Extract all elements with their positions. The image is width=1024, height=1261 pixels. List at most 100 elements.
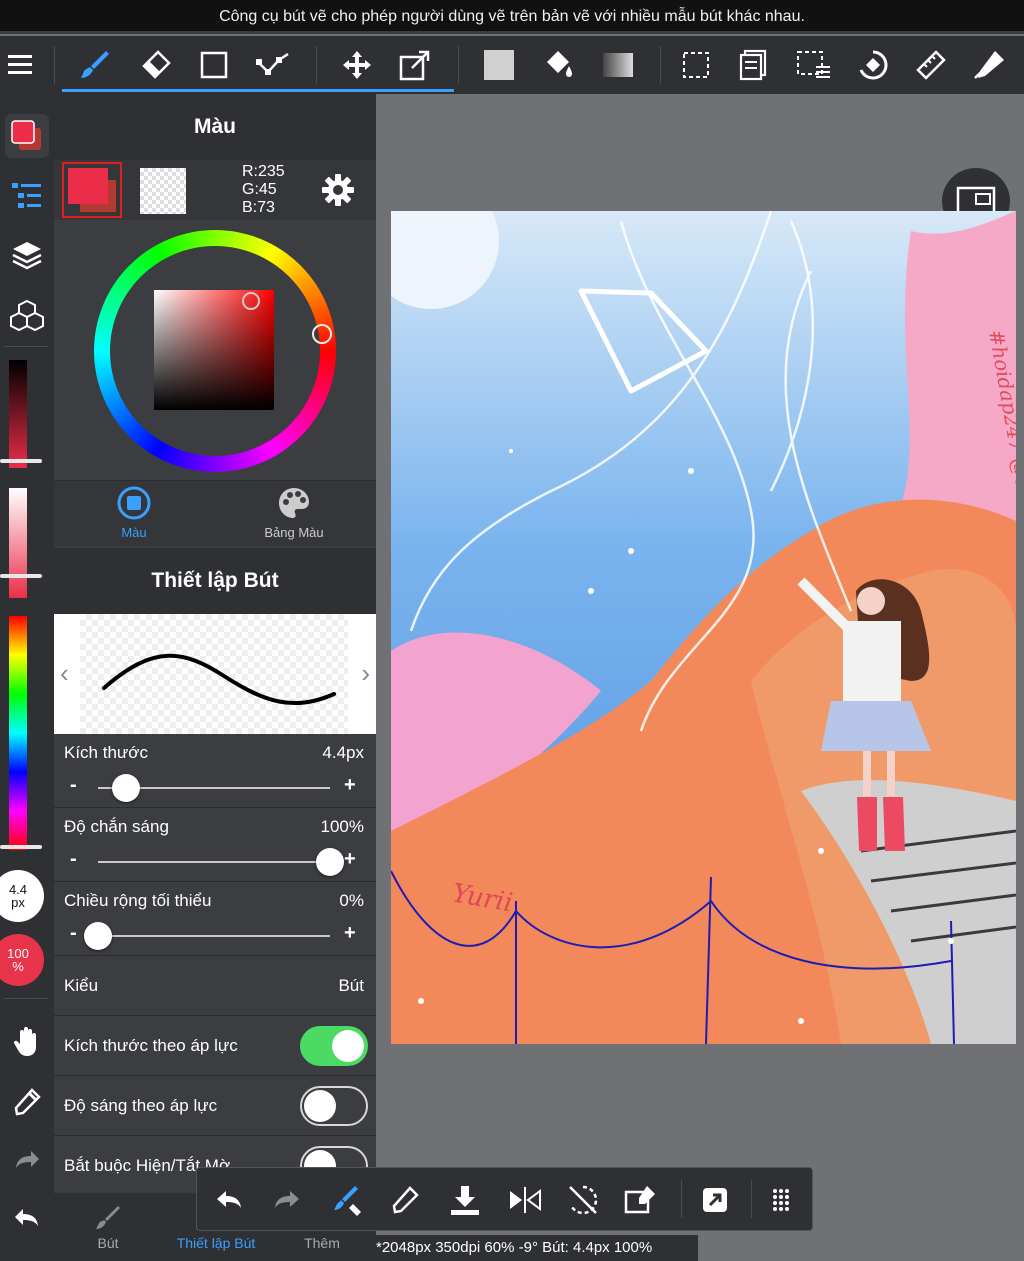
redo-icon[interactable] <box>265 1178 309 1222</box>
tab-more-label: Thêm <box>304 1235 340 1251</box>
size-label: Kích thước <box>64 743 148 762</box>
brush-size-badge[interactable]: 4.4 px <box>0 870 44 922</box>
quick-eyedropper-icon[interactable] <box>383 1178 427 1222</box>
preview-next-icon[interactable]: › <box>361 658 370 689</box>
vector-pen-tool-icon[interactable] <box>252 44 294 86</box>
tab-brush[interactable]: Bút <box>54 1193 162 1257</box>
brush-opacity-badge[interactable]: 100 % <box>0 934 44 986</box>
rotate-reset-icon[interactable] <box>561 1178 605 1222</box>
gradient-tool-icon[interactable] <box>597 44 639 86</box>
transform-tool-icon[interactable] <box>394 44 436 86</box>
style-row[interactable]: Kiểu Bút <box>54 956 376 1016</box>
opacity-row: Độ chắn sáng 100% - + <box>54 808 376 882</box>
status-bar: *2048px 350dpi 60% -9° Bút: 4.4px 100% <box>376 1235 698 1261</box>
hue-slider[interactable] <box>9 616 27 850</box>
save-download-icon[interactable] <box>443 1178 487 1222</box>
opacity-slider-track[interactable] <box>98 861 330 863</box>
opacity-plus-button[interactable]: + <box>344 848 356 871</box>
layers-icon[interactable] <box>5 234 49 278</box>
opacity-slider-knob[interactable] <box>316 848 344 876</box>
copy-layer-icon[interactable] <box>733 44 775 86</box>
select-menu-icon[interactable] <box>793 44 835 86</box>
eraser-tool-icon[interactable] <box>134 44 176 86</box>
bucket-tool-icon[interactable] <box>537 44 579 86</box>
main-toolbar <box>0 36 1024 94</box>
active-tool-indicator <box>62 89 454 92</box>
brightness-slider-handle[interactable] <box>0 459 42 463</box>
opacity-minus-button[interactable]: - <box>70 848 77 871</box>
tab-color[interactable]: Màu <box>74 485 194 545</box>
hue-ring-handle[interactable] <box>312 324 332 344</box>
eyedropper-snap-icon[interactable] <box>968 44 1010 86</box>
menu-icon[interactable] <box>0 44 42 86</box>
brush-list-icon[interactable] <box>5 174 49 218</box>
size-row: Kích thước 4.4px - + <box>54 734 376 808</box>
opacity-value: 100% <box>320 817 364 836</box>
brush-tab-icon <box>96 1206 120 1229</box>
sub-color-swatch[interactable] <box>140 168 186 214</box>
rgb-b: B:73 <box>242 199 275 216</box>
min-width-value: 0% <box>339 891 364 910</box>
pressure-opacity-label: Độ sáng theo áp lực <box>64 1096 218 1115</box>
min-width-row: Chiều rộng tối thiểu 0% - + <box>54 882 376 956</box>
redo-rail-icon[interactable] <box>5 1138 49 1182</box>
transform-edit-icon[interactable] <box>619 1178 663 1222</box>
hue-slider-handle[interactable] <box>0 845 42 849</box>
color-tabs: Màu Bảng Màu <box>54 480 376 546</box>
min-width-slider-knob[interactable] <box>84 922 112 950</box>
brush-preview: ‹ › <box>54 614 376 734</box>
palette-icon <box>279 488 309 518</box>
eyedropper-rail-icon[interactable] <box>5 1080 49 1124</box>
saturation-slider[interactable] <box>9 488 27 598</box>
artwork: Yurii #hoidap247 @thanhnance <3 <box>391 211 1016 1044</box>
rectangle-tool-icon[interactable] <box>193 44 235 86</box>
size-slider-knob[interactable] <box>111 774 140 802</box>
fill-color-icon[interactable] <box>478 44 520 86</box>
saturation-slider-handle[interactable] <box>0 574 42 578</box>
size-plus-button[interactable]: + <box>344 774 356 797</box>
undo-icon[interactable] <box>207 1178 251 1222</box>
brightness-slider[interactable] <box>9 360 27 468</box>
preview-prev-icon[interactable]: ‹ <box>60 658 69 689</box>
min-width-plus-button[interactable]: + <box>344 922 356 945</box>
sv-picker-handle[interactable] <box>242 292 260 310</box>
select-tool-icon[interactable] <box>675 44 717 86</box>
brush-tool-icon[interactable] <box>74 44 116 86</box>
opacity-label: Độ chắn sáng <box>64 817 169 836</box>
quick-brush-icon[interactable] <box>325 1178 369 1222</box>
flip-horizontal-icon[interactable] <box>503 1178 547 1222</box>
app-window: { "caption": "Công cụ bút vẽ cho phép ng… <box>0 0 1024 1261</box>
color-info-row: R:235 G:45 B:73 <box>54 160 376 220</box>
tab-color-label: Màu <box>121 525 147 540</box>
brush-size-badge-unit: px <box>11 895 25 910</box>
left-rail: 4.4 px 100 % <box>0 94 54 1261</box>
min-width-minus-button[interactable]: - <box>70 922 77 945</box>
canvas-area[interactable]: Yurii #hoidap247 @thanhnance <3 <box>376 94 1024 1261</box>
size-minus-button[interactable]: - <box>70 774 77 797</box>
hand-tool-icon[interactable] <box>5 1020 49 1064</box>
size-value: 4.4px <box>322 743 364 762</box>
brush-settings-title: Thiết lập Bút <box>54 548 376 614</box>
share-icon[interactable] <box>693 1178 737 1222</box>
move-tool-icon[interactable] <box>336 44 378 86</box>
style-value: Bút <box>338 976 364 995</box>
quick-access-toolbar <box>196 1167 813 1231</box>
pressure-opacity-toggle[interactable] <box>300 1086 368 1126</box>
undo-rail-icon[interactable] <box>5 1196 49 1240</box>
rgb-readout: R:235 G:45 B:73 <box>242 163 285 217</box>
min-width-slider-track[interactable] <box>98 935 330 937</box>
pressure-opacity-row: Độ sáng theo áp lực <box>54 1076 376 1136</box>
ruler-icon[interactable] <box>910 44 952 86</box>
more-grid-icon[interactable] <box>759 1178 803 1222</box>
color-wheel[interactable] <box>94 230 336 472</box>
materials-icon[interactable] <box>5 294 49 338</box>
min-width-label: Chiều rộng tối thiểu <box>64 891 212 910</box>
pressure-size-toggle[interactable] <box>300 1026 368 1066</box>
main-color-swatch[interactable] <box>62 162 122 218</box>
gear-icon[interactable] <box>320 172 356 208</box>
color-swatch-button[interactable] <box>5 114 49 158</box>
tab-palette-label: Bảng Màu <box>264 525 324 540</box>
tab-palette[interactable]: Bảng Màu <box>234 485 354 545</box>
rotate-canvas-icon[interactable] <box>852 44 894 86</box>
tab-brush-settings-label: Thiết lập Bút <box>176 1235 256 1251</box>
